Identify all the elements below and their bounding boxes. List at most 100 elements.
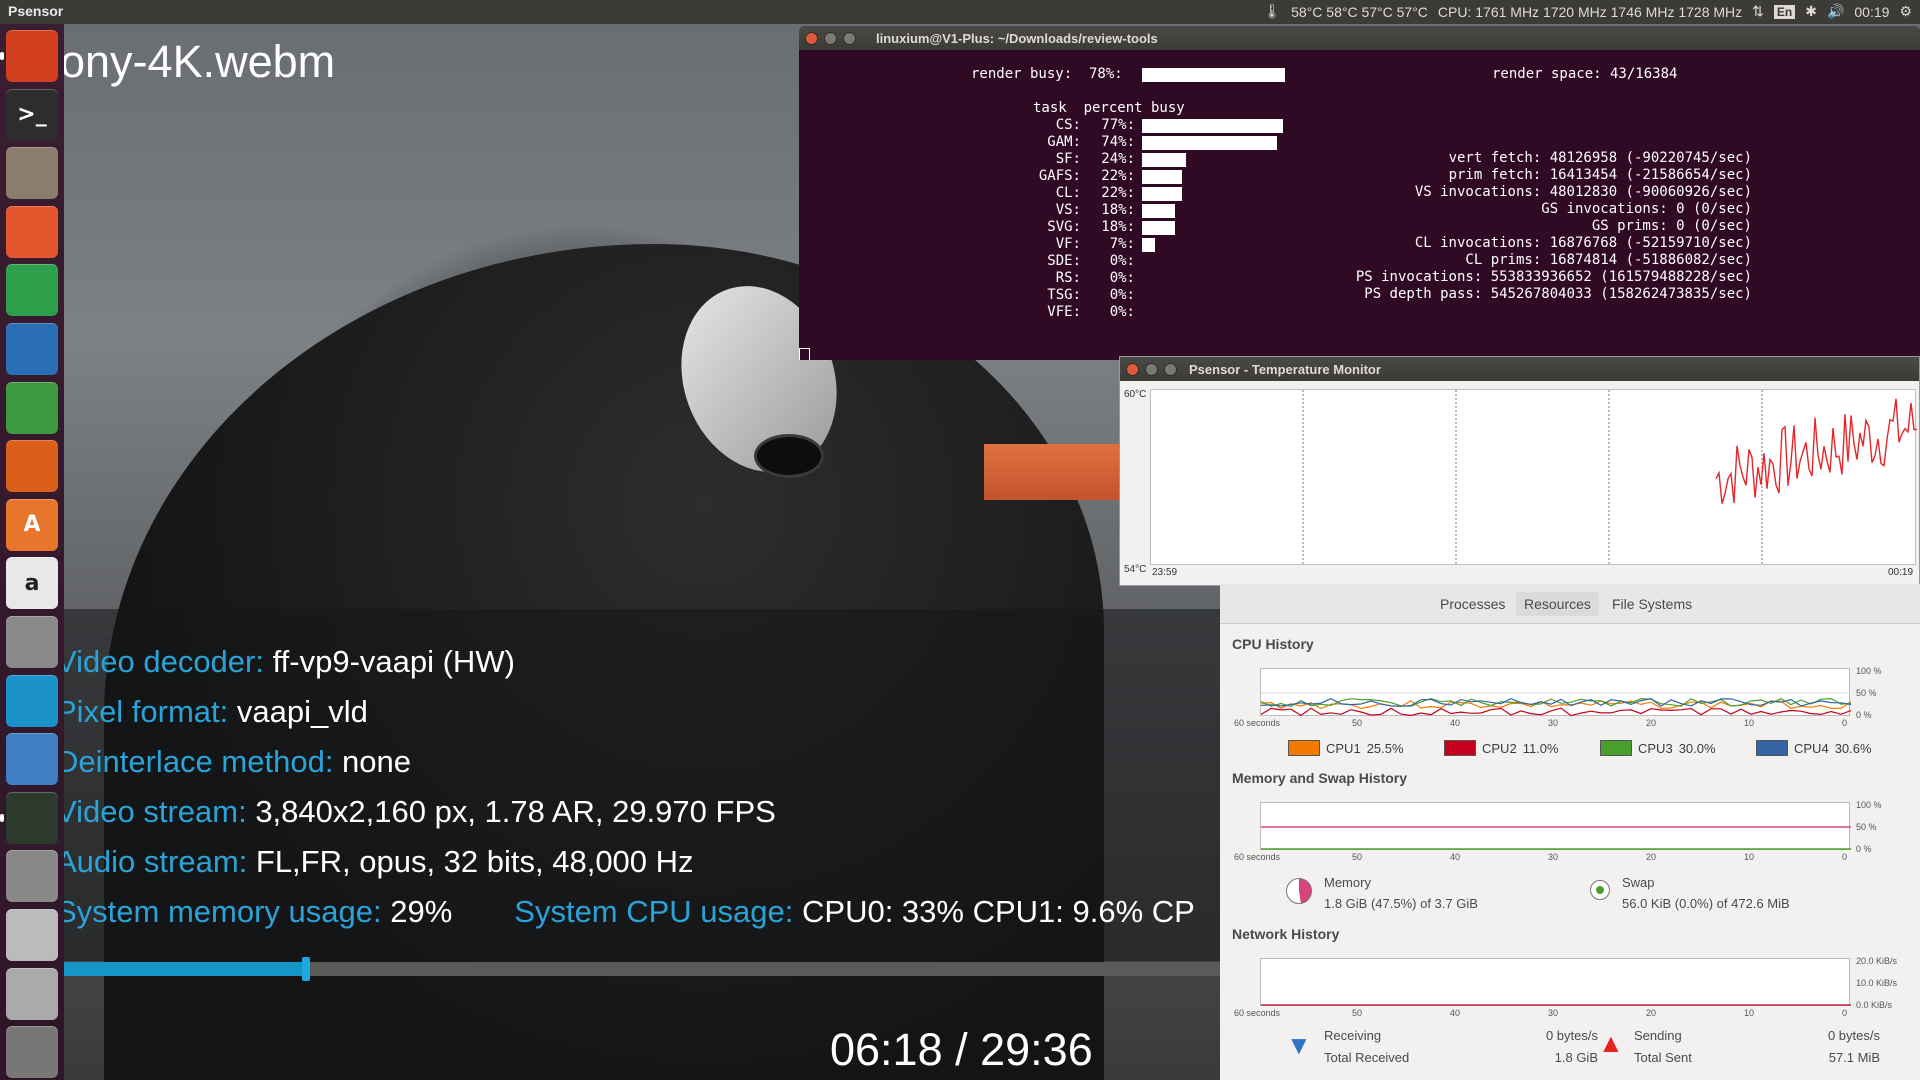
task-percent: 18%: xyxy=(1101,219,1135,235)
task-percent: 0%: xyxy=(1109,304,1135,320)
cpu-legend-value: 25.5% xyxy=(1366,740,1404,756)
counter-line: GS invocations: 0 (0/sec) xyxy=(1541,201,1752,217)
launcher-software-center-icon[interactable]: A xyxy=(6,498,58,551)
maximize-button[interactable] xyxy=(843,31,856,45)
y-tick-label: 0.0 KiB/s xyxy=(1856,1000,1893,1010)
x-tick-label: 20 xyxy=(1646,852,1657,862)
swap-value: 56.0 KiB (0.0%) of 472.6 MiB xyxy=(1622,896,1790,911)
launcher-terminal-icon[interactable]: >_ xyxy=(6,88,58,141)
bluetooth-icon[interactable]: ✱ xyxy=(1805,3,1817,20)
gear-icon[interactable]: ⚙ xyxy=(1899,3,1912,20)
launcher-chrome-icon[interactable] xyxy=(6,264,58,317)
launcher-camera-icon[interactable] xyxy=(6,850,58,903)
swap-label: Swap xyxy=(1622,875,1655,890)
y-tick-label: 100 % xyxy=(1856,800,1882,810)
counter-line: GS prims: 0 (0/sec) xyxy=(1591,218,1752,234)
close-button[interactable] xyxy=(805,31,818,45)
cpu-usage-value: CPU0: 33% CPU1: 9.6% CP xyxy=(793,894,1195,929)
sending-arrow-icon: ▲ xyxy=(1598,1028,1624,1058)
cpu-frequency-readout[interactable]: CPU: 1761 MHz 1720 MHz 1746 MHz 1728 MHz xyxy=(1438,4,1742,20)
time-display: 06:18 / 29:36 xyxy=(830,1024,1093,1075)
tab-processes[interactable]: Processes xyxy=(1432,592,1513,616)
stat-line: Video stream: 3,840x2,160 px, 1.78 AR, 2… xyxy=(64,794,776,830)
x-start-label: 23:59 xyxy=(1152,567,1178,578)
launcher-settings-icon[interactable] xyxy=(6,616,58,668)
y-tick-label: 50 % xyxy=(1856,688,1877,698)
launcher-ubuntu-dash-icon[interactable] xyxy=(6,30,58,82)
temperature-readout[interactable]: 58°C 58°C 57°C 57°C xyxy=(1291,4,1428,20)
launcher-updater-icon[interactable] xyxy=(6,733,58,786)
counter-line: CL prims: 16874814 (-51886082/sec) xyxy=(1465,252,1752,268)
tab-resources[interactable]: Resources xyxy=(1516,592,1599,616)
counter-line: VS invocations: 48012830 (-90060926/sec) xyxy=(1414,184,1752,200)
counter-line: vert fetch: 48126958 (-90220745/sec) xyxy=(1448,150,1752,166)
y-tick-label: 100 % xyxy=(1856,666,1882,676)
tab-file-systems[interactable]: File Systems xyxy=(1604,592,1700,616)
cpu-color-swatch[interactable] xyxy=(1756,740,1788,756)
seek-bar-handle[interactable] xyxy=(301,957,310,981)
x-tick-label: 0 xyxy=(1842,852,1848,862)
launcher-trash-icon[interactable] xyxy=(6,1026,58,1079)
memory-pie-icon xyxy=(1286,878,1312,904)
system-monitor-window[interactable]: Processes Resources File Systems CPU His… xyxy=(1220,584,1920,1080)
launcher-kodi-icon[interactable] xyxy=(6,674,58,727)
launcher-disk-icon[interactable] xyxy=(6,909,58,961)
terminal-titlebar[interactable]: linuxium@V1-Plus: ~/Downloads/review-too… xyxy=(799,26,1920,50)
psensor-window[interactable]: Psensor - Temperature Monitor 60°C 54°C … xyxy=(1119,356,1920,586)
clock[interactable]: 00:19 xyxy=(1854,4,1889,20)
task-percent: 0%: xyxy=(1109,270,1135,286)
psensor-title: Psensor - Temperature Monitor xyxy=(1189,361,1381,377)
total-received-value: 1.8 GiB xyxy=(1554,1050,1598,1065)
launcher-firefox-icon[interactable] xyxy=(6,205,58,258)
keyboard-layout-indicator[interactable]: En xyxy=(1773,4,1796,19)
task-percent: 24%: xyxy=(1101,151,1135,167)
thermometer-icon[interactable]: 🌡 xyxy=(1263,3,1281,20)
launcher-amazon-icon[interactable]: a xyxy=(6,557,58,610)
cpu-color-swatch[interactable] xyxy=(1288,740,1320,756)
seek-bar[interactable] xyxy=(64,957,1220,981)
network-arrows-icon[interactable]: ⇅ xyxy=(1752,3,1764,20)
psensor-titlebar[interactable]: Psensor - Temperature Monitor xyxy=(1120,357,1919,381)
minimize-button[interactable] xyxy=(1145,362,1158,376)
maximize-button[interactable] xyxy=(1164,362,1177,376)
launcher-files-icon[interactable] xyxy=(6,147,58,200)
task-name: CS: xyxy=(1055,117,1081,133)
stat-key: Audio stream: xyxy=(64,844,248,879)
memory-value: 1.8 GiB (47.5%) of 3.7 GiB xyxy=(1324,896,1478,911)
terminal-output[interactable]: render busy: 78%: render space: 43/16384… xyxy=(799,50,1920,360)
network-history-heading: Network History xyxy=(1232,926,1340,942)
cpu-legend-item: CPU4 30.6% xyxy=(1756,740,1872,756)
y-min-label: 54°C xyxy=(1124,564,1147,575)
cpu-color-swatch[interactable] xyxy=(1444,740,1476,756)
total-sent-value: 57.1 MiB xyxy=(1828,1050,1880,1065)
task-busy-bar xyxy=(1142,170,1183,184)
minimize-button[interactable] xyxy=(824,31,837,45)
cpu-legend-label: CPU3 xyxy=(1638,740,1673,756)
cpu-color-swatch[interactable] xyxy=(1600,740,1632,756)
launcher-impress-icon[interactable] xyxy=(6,440,58,493)
launcher-writer-icon[interactable] xyxy=(6,323,58,375)
close-button[interactable] xyxy=(1126,362,1139,376)
x-tick-label: 40 xyxy=(1450,1008,1461,1018)
volume-icon[interactable]: 🔊 xyxy=(1827,3,1844,20)
total-received-label: Total Received xyxy=(1324,1050,1410,1065)
indicator-area: 🌡 58°C 58°C 57°C 57°C CPU: 1761 MHz 1720… xyxy=(1263,3,1912,20)
y-tick-label: 10.0 KiB/s xyxy=(1856,978,1898,988)
x-end-label: 00:19 xyxy=(1888,567,1914,578)
x-tick-label: 60 seconds xyxy=(1234,852,1281,862)
terminal-window[interactable]: linuxium@V1-Plus: ~/Downloads/review-too… xyxy=(799,26,1920,360)
task-percent: 0%: xyxy=(1109,253,1135,269)
counter-line: prim fetch: 16413454 (-21586654/sec) xyxy=(1448,167,1752,183)
launcher-usb-icon[interactable] xyxy=(6,967,58,1020)
render-busy-bar xyxy=(1142,68,1285,82)
cpu-history-heading: CPU History xyxy=(1232,636,1314,652)
x-tick-label: 50 xyxy=(1352,1008,1363,1018)
stat-value: vaapi_vld xyxy=(228,694,368,729)
sending-label: Sending xyxy=(1634,1028,1682,1043)
task-name: VFE: xyxy=(1047,304,1081,320)
launcher-calc-icon[interactable] xyxy=(6,381,58,434)
stat-key: Deinterlace method: xyxy=(64,744,334,779)
launcher-system-monitor-icon[interactable] xyxy=(6,791,58,844)
cpu2-line xyxy=(1260,707,1852,717)
stat-line: Pixel format: vaapi_vld xyxy=(64,694,368,730)
